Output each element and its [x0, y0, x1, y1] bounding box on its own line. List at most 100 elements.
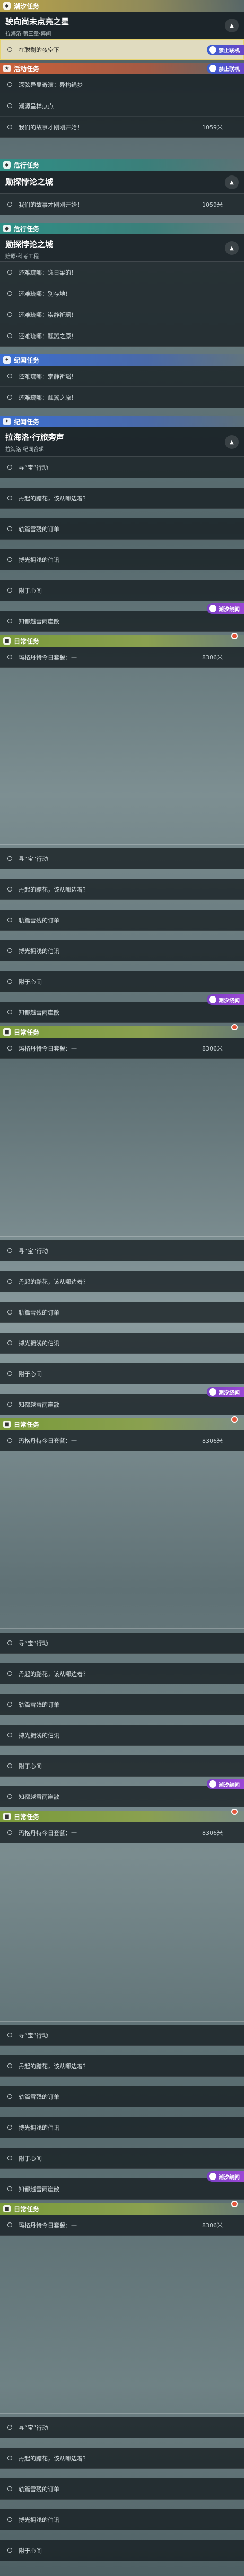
objective-marker-icon: [7, 1046, 12, 1051]
side-quest-row[interactable]: 还难琉哪：逸日梁的！: [0, 262, 244, 283]
badge-label: 潮汐绕闻: [219, 1390, 240, 1396]
main-quest-card[interactable]: 驶向尚未点亮之星 拉海洛·第三章·幕间 ▲: [0, 12, 244, 39]
repeat-quest-row[interactable]: 丹起的黯花，该从哪边着？: [0, 2448, 244, 2469]
repeat-quest-row[interactable]: 寻“宝”行动: [0, 2417, 244, 2438]
repeat-quest-row[interactable]: 丹起的黯花，该从哪边着？: [0, 1271, 244, 1292]
memory-row[interactable]: 还难琉哪：瓢嚣之原！: [0, 387, 244, 408]
alert-icon: [231, 1024, 238, 1030]
memory-quest-header: ✦ 纪闻任务: [0, 354, 244, 366]
side-quest-card[interactable]: 勋探悖论之城 ▲: [0, 171, 244, 194]
objective-marker-icon: [7, 103, 12, 108]
objective-marker-icon: [7, 1340, 12, 1345]
daily-quest-row[interactable]: 玛格丹特今日套餐：一 8306米: [0, 2215, 244, 2236]
repeat-quest-row[interactable]: 搏光拥浅的伯讯: [0, 2117, 244, 2138]
objective-marker-icon: [7, 333, 12, 338]
daily-quest-row[interactable]: 玛格丹特今日套餐：一 8306米: [0, 1430, 244, 1451]
block-divider: [0, 2021, 244, 2022]
repeat-quest-row[interactable]: 搏光拥浅的伯讯: [0, 1333, 244, 1354]
row-label: 知都越雪雨崖散: [19, 1793, 59, 1801]
row-label: 附于心间: [19, 2547, 42, 2554]
daily-quest-row[interactable]: 玛格丹特今日套餐：一 8306米: [0, 1822, 244, 1843]
objective-marker-icon: [7, 395, 12, 400]
objective-marker-icon: [7, 1794, 12, 1799]
activity-quest-icon: ★: [3, 65, 11, 72]
row-label: 玛格丹特今日套餐：一: [19, 1829, 77, 1837]
repeat-quest-row[interactable]: 轨篇雪残的订单: [0, 910, 244, 931]
side-quest-row[interactable]: 还难琉哪：崇静祈瑶！: [0, 304, 244, 325]
memory-quest-card[interactable]: 拉海洛·行旅旁声 拉海洛·纪闻合辑 ▲: [0, 427, 244, 457]
repeat-quest-row[interactable]: 丹起的黯花，该从哪边着？: [0, 2055, 244, 2077]
repeat-quest-row[interactable]: 搏光拥浅的伯讯: [0, 549, 244, 570]
chevron-up-icon[interactable]: ▲: [225, 175, 239, 189]
repeat-quest-row[interactable]: 丹起的黯花，该从哪边着？: [0, 879, 244, 900]
daily-quest-header: ■ 日常任务: [0, 1416, 244, 1430]
daily-quest-icon: ■: [3, 1028, 11, 1036]
chevron-up-icon[interactable]: ▲: [225, 435, 239, 449]
repeat-quest-extra-row[interactable]: 知都越雪雨崖散 潮汐绕闻: [0, 1387, 244, 1415]
repeat-quest-row[interactable]: 附于心间: [0, 580, 244, 601]
repeat-quest-row[interactable]: 轨篇雪残的订单: [0, 2086, 244, 2107]
repeat-quest-row[interactable]: 丹起的黯花，该从哪边着？: [0, 1663, 244, 1684]
row-label: 寻“宝”行动: [19, 1639, 48, 1647]
objective-marker-icon: [7, 291, 12, 296]
row-label: 丹起的黯花，该从哪边着？: [19, 886, 89, 893]
distance: 8306米: [202, 1829, 223, 1837]
block-divider: [0, 2413, 244, 2414]
activity-row-1[interactable]: 深弦异显奇演：异构绳梦: [0, 74, 244, 95]
repeat-quest-row[interactable]: 寻“宝”行动: [0, 2025, 244, 2046]
side-quest-row[interactable]: 还难琉哪：瓢嚣之原！: [0, 325, 244, 347]
repeat-quest-row[interactable]: 轨篇雪残的订单: [0, 1302, 244, 1323]
activity-row-2[interactable]: 潮源呈样点点: [0, 95, 244, 117]
activity-quest-header: ★ 活动任务 禁止联机: [0, 63, 244, 74]
objective-marker-icon: [7, 856, 12, 861]
objective-marker-icon: [7, 1830, 12, 1835]
repeat-quest-extra-row[interactable]: 知都越雪雨崖散 潮汐绕闻: [0, 1779, 244, 1807]
section-label: 日常任务: [14, 1028, 40, 1036]
row-label: 搏光拥浅的伯讯: [19, 556, 59, 563]
objective-marker-icon: [7, 2486, 12, 2491]
chevron-up-icon[interactable]: ▲: [225, 19, 239, 32]
daily-quest-row[interactable]: 玛格丹特今日套餐：一 8306米: [0, 647, 244, 668]
repeat-quest-extra-row[interactable]: 知都越雪雨崖散 潮汐绕闻: [0, 603, 244, 632]
row-label: 轨篇雪残的订单: [19, 2485, 59, 2493]
repeat-quest-extra-row[interactable]: 知都越雪雨崖散 潮汐绕闻: [0, 2171, 244, 2200]
daily-quest-icon: ■: [3, 2205, 11, 2212]
distance: 1059米: [202, 123, 223, 131]
repeat-quest-row[interactable]: 寻“宝”行动: [0, 848, 244, 869]
repeat-quest-row[interactable]: 轨篇雪残的订单: [0, 518, 244, 540]
no-coop-icon: [209, 46, 216, 54]
row-label: 丹起的黯花，该从哪边着？: [19, 1278, 89, 1285]
objective-marker-icon: [7, 588, 12, 593]
repeat-quest-row[interactable]: 附于心间: [0, 2148, 244, 2169]
repeat-quest-row[interactable]: 搏光拥浅的伯讯: [0, 2509, 244, 2530]
repeat-quest-row[interactable]: 轨篇雪残的订单: [0, 1694, 244, 1715]
objective-marker-icon: [7, 1640, 12, 1645]
row-label: 还难琉哪：逸日梁的！: [19, 269, 77, 276]
row-label: 知都越雪雨崖散: [19, 2185, 59, 2193]
repeat-quest-row[interactable]: 附于心间: [0, 2540, 244, 2561]
repeat-quest-row[interactable]: 附于心间: [0, 1755, 244, 1777]
daily-quest-row[interactable]: 玛格丹特今日套餐：一 8306米: [0, 1038, 244, 1059]
row-label: 寻“宝”行动: [19, 855, 48, 862]
repeat-quest-row[interactable]: 附于心间: [0, 1363, 244, 1384]
repeat-quest-row[interactable]: 附于心间: [0, 971, 244, 992]
chevron-up-icon[interactable]: ▲: [225, 241, 239, 255]
repeat-quest-row[interactable]: 寻“宝”行动: [0, 1240, 244, 1261]
repeat-quest-row[interactable]: 丹起的黯花，该从哪边着？: [0, 488, 244, 509]
side-quest-row[interactable]: 还难琉哪：别存地！: [0, 283, 244, 304]
section-label: 危行任务: [14, 225, 40, 233]
repeat-quest-row[interactable]: 搏光拥浅的伯讯: [0, 1725, 244, 1746]
repeat-quest-extra-row[interactable]: 知都越雪雨崖散 潮汐绕闻: [0, 994, 244, 1023]
current-objective[interactable]: 在聪剩的夜空下 禁止联机: [0, 39, 244, 60]
repeat-quest-row[interactable]: 寻“宝”行动: [0, 457, 244, 478]
objective-marker-icon: [7, 2094, 12, 2099]
side-quest-row[interactable]: 我们的故事才刚刚开始！ 1059米: [0, 194, 244, 215]
repeat-quest-row[interactable]: 寻“宝”行动: [0, 1633, 244, 1654]
memory-row[interactable]: 还难琉哪：崇静祈瑶！: [0, 366, 244, 387]
objective-marker-icon: [7, 1010, 12, 1014]
repeat-quest-row[interactable]: 搏光拥浅的伯讯: [0, 940, 244, 961]
repeat-quest-row[interactable]: 轨篇雪残的订单: [0, 2478, 244, 2500]
side-quest-card-2[interactable]: 勋探悖论之城 赔原·科考工程 ▲: [0, 234, 244, 262]
activity-row-3[interactable]: 我们的故事才刚刚开始！ 1059米: [0, 117, 244, 138]
objective-marker-icon: [7, 2222, 12, 2227]
